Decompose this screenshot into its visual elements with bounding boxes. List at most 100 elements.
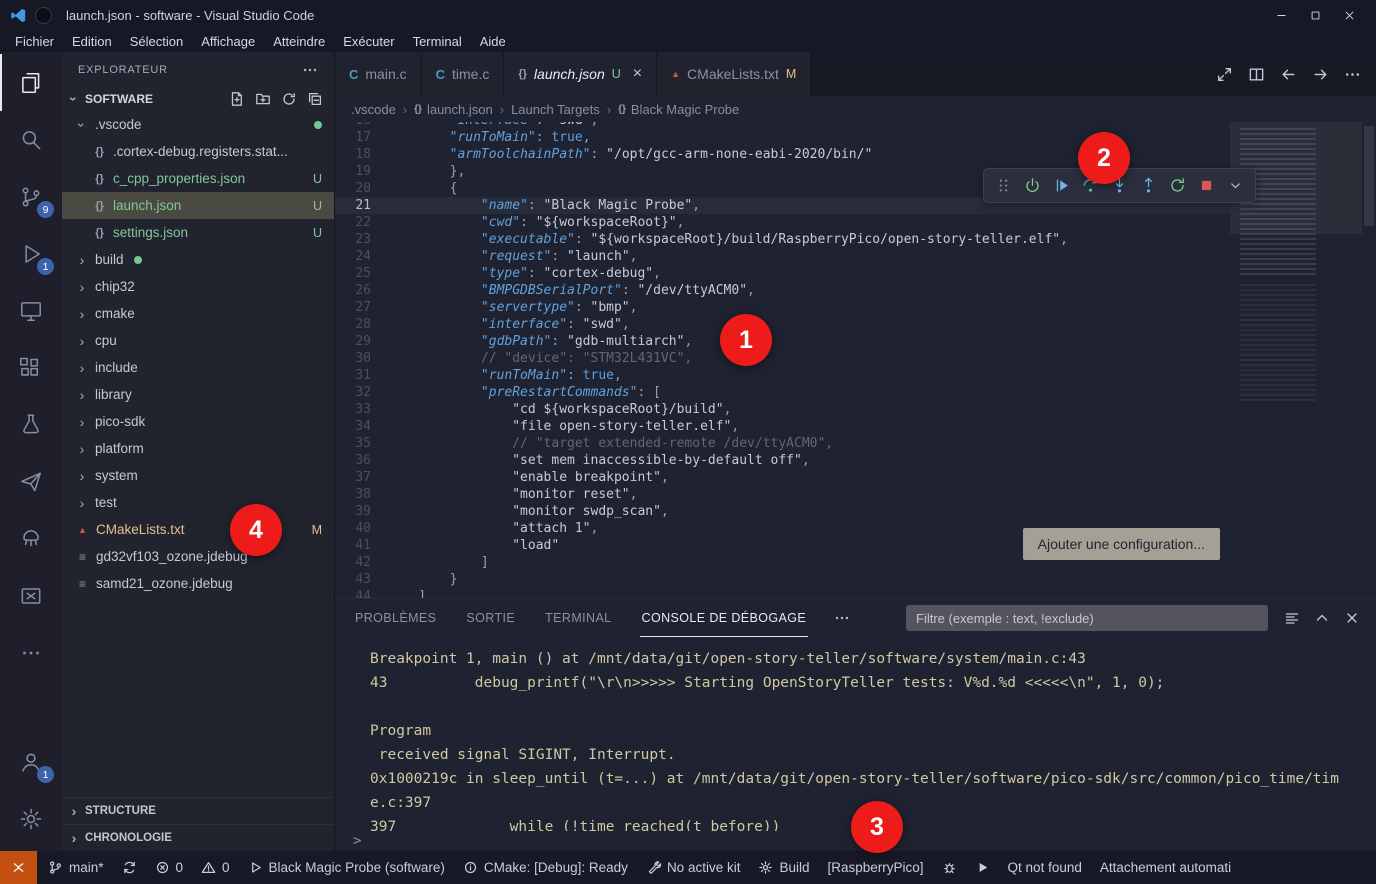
tree-item-test[interactable]: ›test xyxy=(62,489,334,516)
tree-item-samd21-ozone-jdebug[interactable]: ≡samd21_ozone.jdebug xyxy=(62,570,334,597)
step-out-button[interactable] xyxy=(1135,172,1162,199)
activity-item-jellyfish[interactable] xyxy=(0,510,62,567)
activity-item-extensions[interactable] xyxy=(0,339,62,396)
power-button[interactable] xyxy=(1019,172,1046,199)
drag-button[interactable] xyxy=(990,172,1017,199)
code-line[interactable]: 29 "gdbPath": "gdb-multiarch", xyxy=(335,333,1230,350)
tab-cmakelists-txt[interactable]: ▲CMakeLists.txtM xyxy=(657,52,811,96)
navigate-forward-button[interactable] xyxy=(1312,66,1329,83)
status-warnings[interactable]: 0 xyxy=(192,851,239,884)
code-line[interactable]: 38 "monitor reset", xyxy=(335,486,1230,503)
activity-item-remote-explorer[interactable] xyxy=(0,282,62,339)
code-line[interactable]: 31 "runToMain": true, xyxy=(335,367,1230,384)
status-sync[interactable] xyxy=(113,851,146,884)
panel-tab-probl-mes[interactable]: PROBLÈMES xyxy=(353,599,438,637)
code-line[interactable]: 23 "executable": "${workspaceRoot}/build… xyxy=(335,231,1230,248)
tree-item-library[interactable]: ›library xyxy=(62,381,334,408)
tree-item-chip32[interactable]: ›chip32 xyxy=(62,273,334,300)
breadcrumb-item-launch-json[interactable]: {}launch.json xyxy=(414,102,493,117)
menu-atteindre[interactable]: Atteindre xyxy=(264,30,334,52)
code-line[interactable]: 33 "cd ${workspaceRoot}/build", xyxy=(335,401,1230,418)
workspace-section-header[interactable]: › SOFTWARE xyxy=(62,87,334,111)
code-line[interactable]: 39 "monitor swdp_scan", xyxy=(335,503,1230,520)
tree-item-pico-sdk[interactable]: ›pico-sdk xyxy=(62,408,334,435)
breadcrumb-item-launch-targets[interactable]: Launch Targets xyxy=(511,102,600,117)
status-remote[interactable] xyxy=(0,851,37,884)
code-line[interactable]: 35 // "target extended-remote /dev/ttyAC… xyxy=(335,435,1230,452)
status-run[interactable] xyxy=(966,851,999,884)
activity-item-more[interactable] xyxy=(0,624,62,681)
panel-tab-terminal[interactable]: TERMINAL xyxy=(543,599,613,637)
tab-launch-json[interactable]: {}launch.jsonU× xyxy=(504,52,657,96)
section-chronologie[interactable]: › CHRONOLOGIE xyxy=(62,824,334,851)
tree-item-settings-json[interactable]: {}settings.jsonU xyxy=(62,219,334,246)
activity-item-settings[interactable] xyxy=(0,790,62,847)
code-line[interactable]: 37 "enable breakpoint", xyxy=(335,469,1230,486)
clear-console-button[interactable] xyxy=(1284,610,1300,626)
code-line[interactable]: 44 ] xyxy=(335,588,1230,598)
tree-item-launch-json[interactable]: {}launch.jsonU xyxy=(62,192,334,219)
status-auto-attach[interactable]: Attachement automati xyxy=(1091,851,1240,884)
breadcrumb-item-black-magic-probe[interactable]: {}Black Magic Probe xyxy=(618,102,739,117)
tree-item-gd32vf103-ozone-jdebug[interactable]: ≡gd32vf103_ozone.jdebug xyxy=(62,543,334,570)
maximize-panel-button[interactable] xyxy=(1314,610,1330,626)
maximize-button[interactable] xyxy=(1298,0,1332,30)
code-line[interactable]: 36 "set mem inaccessible-by-default off"… xyxy=(335,452,1230,469)
debug-filter-input[interactable]: Filtre (exemple : text, !exclude) xyxy=(906,605,1268,631)
editor[interactable]: 16 "interface": "swd",17 "runToMain": tr… xyxy=(335,122,1376,598)
code-line[interactable]: 24 "request": "launch", xyxy=(335,248,1230,265)
tree-item-c-cpp-properties-json[interactable]: {}c_cpp_properties.jsonU xyxy=(62,165,334,192)
tree-item-vscode[interactable]: ›.vscode xyxy=(62,111,334,138)
tree-item-cmakelists-txt[interactable]: ▲CMakeLists.txtM xyxy=(62,516,334,543)
add-configuration-button[interactable]: Ajouter une configuration... xyxy=(1023,528,1220,560)
menu-terminal[interactable]: Terminal xyxy=(404,30,471,52)
collapse-all-button[interactable] xyxy=(304,88,326,110)
restart-button[interactable] xyxy=(1164,172,1191,199)
menu-edition[interactable]: Edition xyxy=(63,30,121,52)
new-file-button[interactable] xyxy=(226,88,248,110)
activity-item-source-control[interactable]: 9 xyxy=(0,168,62,225)
panel-tab-console-de-d-bogage[interactable]: CONSOLE DE DÉBOGAGE xyxy=(640,599,809,637)
dropdown-button[interactable] xyxy=(1222,172,1249,199)
open-changes-button[interactable] xyxy=(1216,66,1233,83)
split-editor-button[interactable] xyxy=(1248,66,1265,83)
status-debug-target[interactable]: Black Magic Probe (software) xyxy=(239,851,454,884)
code-line[interactable]: 25 "type": "cortex-debug", xyxy=(335,265,1230,282)
code-line[interactable]: 32 "preRestartCommands": [ xyxy=(335,384,1230,401)
tab-time-c[interactable]: Ctime.c xyxy=(422,52,505,96)
close-button[interactable] xyxy=(1332,0,1366,30)
code-line[interactable]: 34 "file open-story-teller.elf", xyxy=(335,418,1230,435)
navigate-back-button[interactable] xyxy=(1280,66,1297,83)
tree-item-build[interactable]: ›build xyxy=(62,246,334,273)
tree-item-include[interactable]: ›include xyxy=(62,354,334,381)
code-line[interactable]: 27 "servertype": "bmp", xyxy=(335,299,1230,316)
close-panel-button[interactable] xyxy=(1344,610,1360,626)
activity-item-run-debug[interactable]: 1 xyxy=(0,225,62,282)
tree-item-cmake[interactable]: ›cmake xyxy=(62,300,334,327)
panel-tab-sortie[interactable]: SORTIE xyxy=(464,599,517,637)
panel-more-icon[interactable] xyxy=(834,610,850,626)
section-structure[interactable]: › STRUCTURE xyxy=(62,797,334,824)
stop-button[interactable] xyxy=(1193,172,1220,199)
code-line[interactable]: 26 "BMPGDBSerialPort": "/dev/ttyACM0", xyxy=(335,282,1230,299)
status-cmake-status[interactable]: CMake: [Debug]: Ready xyxy=(454,851,637,884)
close-tab-icon[interactable]: × xyxy=(633,65,642,83)
activity-item-package[interactable] xyxy=(0,567,62,624)
status-bug[interactable] xyxy=(933,851,966,884)
menu-ex-cuter[interactable]: Exécuter xyxy=(334,30,403,52)
code-line[interactable]: 43 } xyxy=(335,571,1230,588)
menu-aide[interactable]: Aide xyxy=(471,30,515,52)
scrollbar-thumb[interactable] xyxy=(1364,126,1374,226)
status-cmake-build[interactable]: Build xyxy=(749,851,818,884)
activity-item-explorer[interactable] xyxy=(0,54,62,111)
breadcrumb-item-vscode[interactable]: .vscode xyxy=(351,102,396,117)
status-cmake-target[interactable]: [RaspberryPico] xyxy=(819,851,933,884)
new-folder-button[interactable] xyxy=(252,88,274,110)
menu-s-lection[interactable]: Sélection xyxy=(121,30,192,52)
refresh-button[interactable] xyxy=(278,88,300,110)
code-line[interactable]: 16 "interface": "swd", xyxy=(335,122,1230,129)
code-line[interactable]: 30 // "device": "STM32L431VC", xyxy=(335,350,1230,367)
status-branch[interactable]: main* xyxy=(39,851,113,884)
status-cmake-kit[interactable]: No active kit xyxy=(637,851,750,884)
code-line[interactable]: 28 "interface": "swd", xyxy=(335,316,1230,333)
